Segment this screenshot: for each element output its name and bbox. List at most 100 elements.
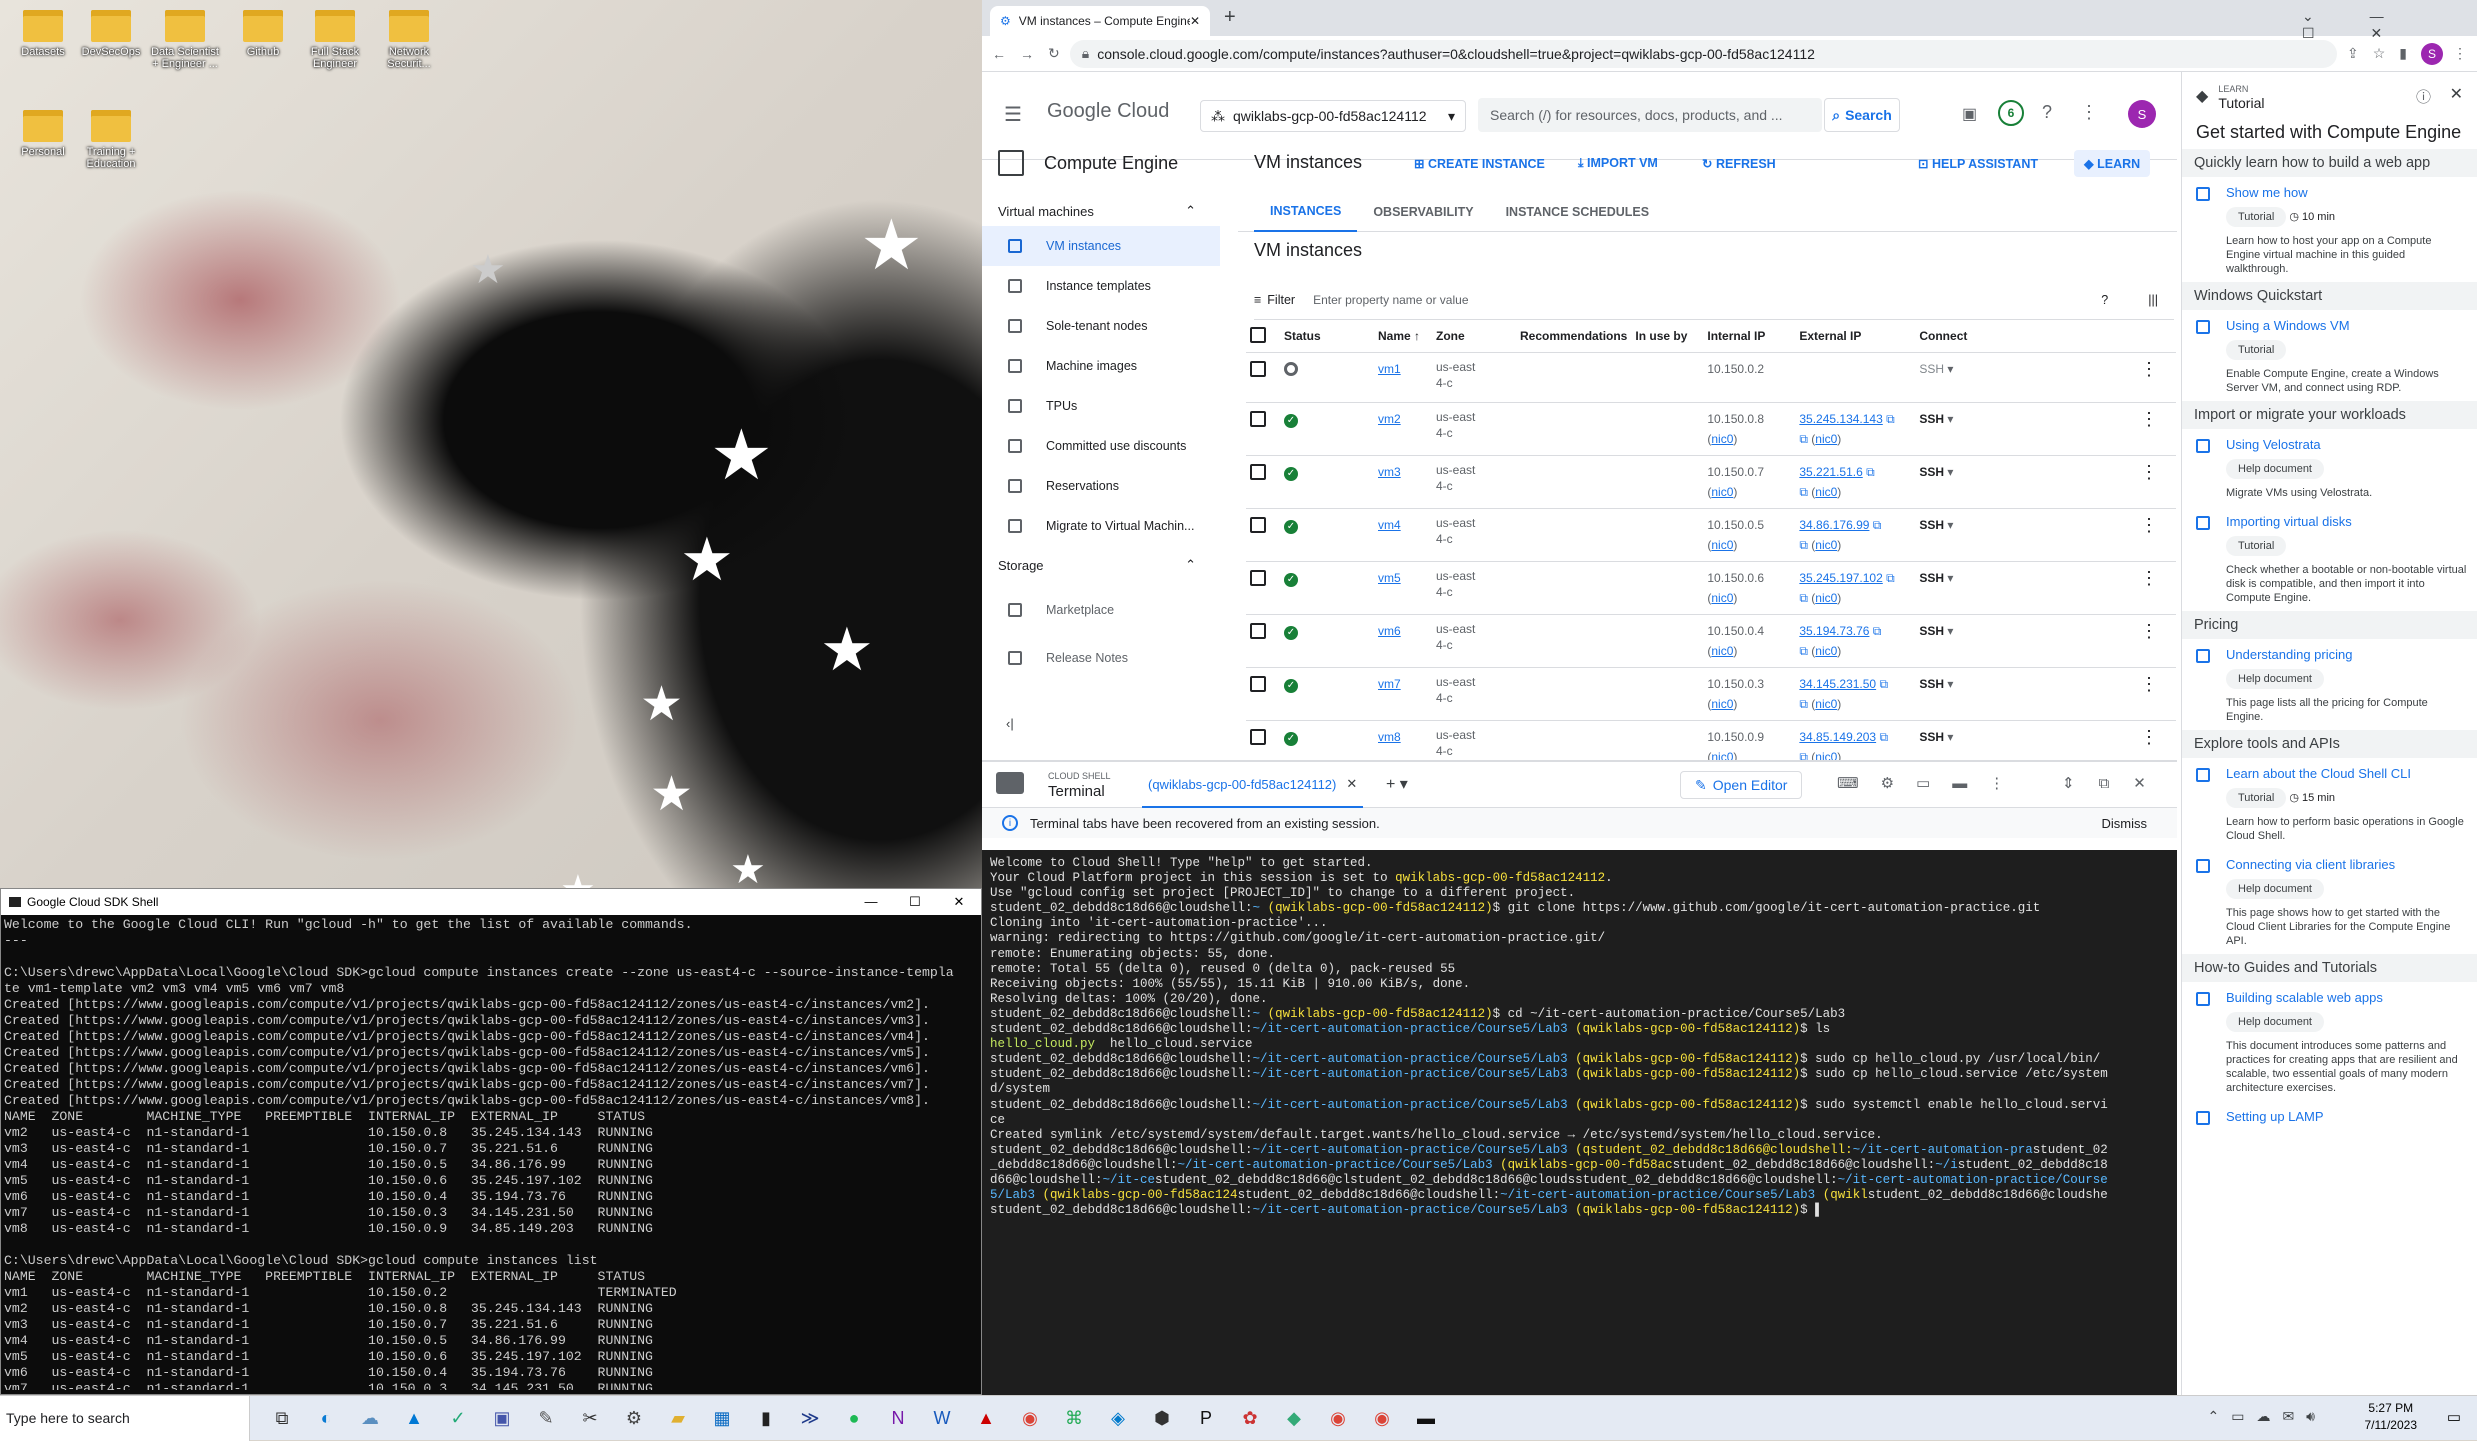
- external-ip-link[interactable]: 34.85.149.203: [1799, 730, 1876, 744]
- column-header[interactable]: Connect: [1915, 320, 2136, 353]
- tutorial-item-link[interactable]: Building scalable web apps: [2226, 990, 2467, 1005]
- app-icon[interactable]: ✎: [528, 1404, 564, 1432]
- create-instance-button[interactable]: ⊞ CREATE INSTANCE: [1414, 156, 1545, 171]
- minimize-icon[interactable]: —: [849, 894, 893, 910]
- learn-button[interactable]: ◆ LEARN: [2074, 150, 2151, 177]
- dismiss-button[interactable]: Dismiss: [2102, 816, 2148, 831]
- app-icon[interactable]: ▲: [968, 1404, 1004, 1432]
- azure-icon[interactable]: ▲: [396, 1404, 432, 1432]
- row-checkbox[interactable]: [1250, 410, 1266, 427]
- new-tab-icon[interactable]: +: [1224, 6, 1236, 29]
- external-ip-link[interactable]: 35.221.51.6: [1799, 465, 1862, 479]
- nic-link[interactable]: nic0: [1711, 538, 1733, 552]
- instance-name-link[interactable]: vm8: [1378, 730, 1401, 744]
- tab-instance-schedules[interactable]: INSTANCE SCHEDULES: [1490, 192, 1666, 232]
- terminal-tab[interactable]: (qwiklabs-gcp-00-fd58ac124112) ✕: [1142, 762, 1364, 808]
- chrome-window[interactable]: ⚙ VM instances – Compute Engine ✕ + ⌄ — …: [982, 0, 2477, 1397]
- table-row[interactable]: ✓ vm2 us-east4-c 10.150.0.8 (nic0) 35.245.134…: [1246, 402, 2176, 456]
- share-icon[interactable]: ⇪: [2347, 45, 2359, 62]
- column-header[interactable]: Zone: [1432, 320, 1516, 353]
- onenote-icon[interactable]: N: [880, 1404, 916, 1432]
- instance-name-link[interactable]: vm7: [1378, 677, 1401, 691]
- url-input[interactable]: 🔒︎ console.cloud.google.com/compute/insta…: [1069, 39, 2337, 68]
- search-button[interactable]: ⌕ Search: [1824, 98, 1900, 132]
- cloud-app-icon[interactable]: ☁: [352, 1404, 388, 1432]
- filter-input[interactable]: Enter property name or value: [1313, 293, 1468, 307]
- ssh-dropdown-icon[interactable]: ▾: [1944, 412, 1953, 426]
- refresh-button[interactable]: ↻ REFRESH: [1702, 156, 1776, 171]
- external-ip-link[interactable]: 35.245.134.143: [1799, 412, 1882, 426]
- tutorial-item[interactable]: Learn about the Cloud Shell CLI Tutorial …: [2182, 758, 2477, 849]
- tab-instances[interactable]: INSTANCES: [1254, 192, 1358, 232]
- close-icon[interactable]: ✕: [937, 894, 981, 910]
- window-controls-icon[interactable]: ⌄ — ☐ ✕: [2302, 8, 2477, 42]
- ssh-button[interactable]: SSH: [1919, 362, 1944, 376]
- nic-link[interactable]: nic0: [1815, 538, 1837, 552]
- external-ip-link[interactable]: 35.194.73.76: [1799, 624, 1869, 638]
- row-more-icon[interactable]: ⋮: [2140, 515, 2158, 535]
- terminal-output[interactable]: Welcome to Cloud Shell! Type "help" to g…: [982, 850, 2177, 1397]
- collapse-nav-icon[interactable]: ‹|: [1006, 716, 1014, 731]
- word-icon[interactable]: W: [924, 1404, 960, 1432]
- ssh-dropdown-icon[interactable]: ▾: [1944, 465, 1953, 479]
- close-icon[interactable]: ✕: [2450, 84, 2463, 104]
- chrome-icon[interactable]: ◉: [1012, 1404, 1048, 1432]
- cmd-icon[interactable]: ▬: [1408, 1404, 1444, 1432]
- settings-icon[interactable]: ⚙: [616, 1404, 652, 1432]
- cloud-shell-icon[interactable]: ▣: [1962, 104, 1977, 124]
- instance-name-link[interactable]: vm2: [1378, 412, 1401, 426]
- taskbar-search[interactable]: Type here to search: [0, 1395, 250, 1441]
- cloud-sdk-shell-window[interactable]: Google Cloud SDK Shell — ☐ ✕ Welcome to …: [0, 888, 982, 1395]
- nav-item[interactable]: Instance templates: [982, 266, 1220, 306]
- nav-marketplace[interactable]: Marketplace: [982, 590, 1220, 630]
- back-icon[interactable]: ←: [992, 46, 1006, 62]
- nic-link[interactable]: nic0: [1815, 697, 1837, 711]
- instance-name-link[interactable]: vm3: [1378, 465, 1401, 479]
- external-ip-link[interactable]: 34.86.176.99: [1799, 518, 1869, 532]
- desktop-icon[interactable]: Full Stack Engineer: [300, 10, 370, 70]
- row-checkbox[interactable]: [1250, 569, 1266, 586]
- ssh-dropdown-icon[interactable]: ▾: [1944, 362, 1953, 376]
- ssh-dropdown-icon[interactable]: ▾: [1944, 624, 1953, 638]
- row-checkbox[interactable]: [1250, 622, 1266, 639]
- cmd-output[interactable]: Welcome to the Google Cloud CLI! Run "gc…: [1, 915, 981, 1390]
- store-icon[interactable]: ▦: [704, 1404, 740, 1432]
- column-header[interactable]: In use by: [1631, 320, 1704, 353]
- row-more-icon[interactable]: ⋮: [2140, 409, 2158, 429]
- desktop-icon[interactable]: Training + Education: [76, 110, 146, 170]
- help-icon[interactable]: ?: [2042, 102, 2052, 123]
- row-more-icon[interactable]: ⋮: [2140, 621, 2158, 641]
- forward-icon[interactable]: →: [1020, 46, 1034, 62]
- row-checkbox[interactable]: [1250, 728, 1266, 745]
- spotify-icon[interactable]: ●: [836, 1404, 872, 1432]
- browser-tab[interactable]: ⚙ VM instances – Compute Engine ✕: [990, 6, 1210, 36]
- taskbar-clock[interactable]: 5:27 PM 7/11/2023: [2365, 1400, 2418, 1434]
- nav-item[interactable]: TPUs: [982, 386, 1220, 426]
- nav-item[interactable]: Migrate to Virtual Machin...: [982, 506, 1220, 546]
- nav-item[interactable]: Machine images: [982, 346, 1220, 386]
- tutorial-item[interactable]: Connecting via client libraries Help docu…: [2182, 849, 2477, 954]
- tutorial-item-link[interactable]: Importing virtual disks: [2226, 514, 2467, 529]
- instance-name-link[interactable]: vm4: [1378, 518, 1401, 532]
- app-icon[interactable]: ✂: [572, 1404, 608, 1432]
- nic-link[interactable]: nic0: [1711, 697, 1733, 711]
- row-more-icon[interactable]: ⋮: [2140, 568, 2158, 588]
- column-display-icon[interactable]: |||: [2148, 293, 2158, 307]
- app-icon[interactable]: ✿: [1232, 1404, 1268, 1432]
- project-selector[interactable]: ⁂ qwiklabs-gcp-00-fd58ac124112 ▾: [1200, 100, 1466, 132]
- table-row[interactable]: ✓ vm6 us-east4-c 10.150.0.4 (nic0) 35.194.73.…: [1246, 614, 2176, 668]
- open-editor-button[interactable]: ✎ Open Editor: [1680, 771, 1803, 799]
- hamburger-menu-icon[interactable]: ☰: [1004, 102, 1022, 127]
- ssh-button[interactable]: SSH: [1919, 571, 1944, 585]
- column-header[interactable]: Name ↑: [1374, 320, 1432, 353]
- instance-name-link[interactable]: vm6: [1378, 624, 1401, 638]
- nav-section-storage[interactable]: Storage ⌃: [982, 550, 1220, 580]
- ssh-dropdown-icon[interactable]: ▾: [1944, 677, 1953, 691]
- info-icon[interactable]: ⓘ: [2416, 86, 2431, 107]
- desktop-icon[interactable]: Github: [228, 10, 298, 58]
- app-icon[interactable]: ▣: [484, 1404, 520, 1432]
- app-icon[interactable]: ◆: [1276, 1404, 1312, 1432]
- pycharm-icon[interactable]: P: [1188, 1404, 1224, 1432]
- tutorial-item-link[interactable]: Show me how: [2226, 185, 2467, 200]
- table-row[interactable]: ✓ vm4 us-east4-c 10.150.0.5 (nic0) 34.86.176.…: [1246, 508, 2176, 562]
